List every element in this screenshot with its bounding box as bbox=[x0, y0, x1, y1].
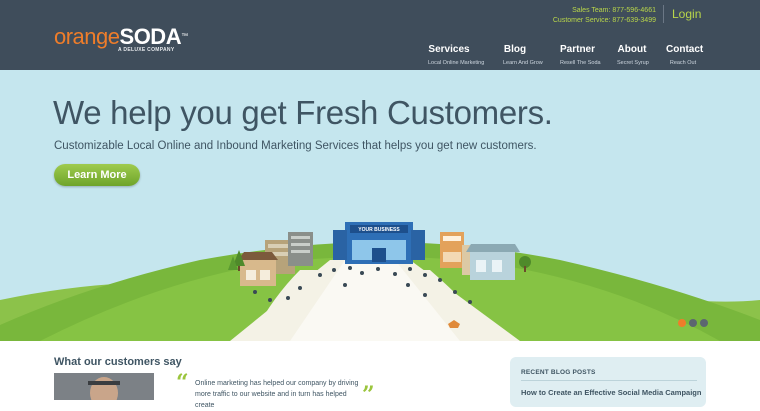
store-sign: YOUR BUSINESS bbox=[358, 227, 400, 233]
nav-about-sub: Secret Syrup bbox=[617, 60, 649, 66]
hero-subtitle: Customizable Local Online and Inbound Ma… bbox=[54, 140, 537, 152]
quote-open-icon: “ bbox=[176, 370, 189, 396]
your-business-store: YOUR BUSINESS bbox=[333, 222, 425, 264]
customer-portrait bbox=[54, 373, 154, 400]
logo-orange-text: orange bbox=[54, 24, 120, 49]
nav-partner-label: Partner bbox=[560, 44, 596, 55]
blog-post-link[interactable]: How to Create an Effective Social Media … bbox=[521, 388, 701, 397]
login-link[interactable]: Login bbox=[672, 7, 701, 21]
nav-partner[interactable]: Partner Resell The Soda bbox=[560, 44, 601, 66]
slide-dot-2[interactable] bbox=[689, 319, 697, 327]
nav-blog[interactable]: Blog Learn And Grow bbox=[503, 44, 543, 66]
orangesoda-logo[interactable]: orangeSODA™ A DELUXE COMPANY bbox=[54, 24, 188, 54]
nav-contact[interactable]: Contact Reach Out bbox=[666, 44, 704, 66]
contact-numbers: Sales Team: 877-596-4661 Customer Servic… bbox=[553, 6, 656, 26]
blog-divider bbox=[521, 380, 697, 381]
logo-soda-text: SODA bbox=[119, 24, 182, 49]
nav-blog-label: Blog bbox=[503, 44, 527, 55]
learn-more-button[interactable]: Learn More bbox=[54, 164, 140, 186]
service-phone: Customer Service: 877-639-3499 bbox=[552, 17, 656, 24]
testimonials-heading: What our customers say bbox=[54, 356, 182, 368]
hero-banner: YOUR BUSINESS We help you get Fresh Cust… bbox=[0, 70, 760, 341]
slide-dot-1[interactable] bbox=[678, 319, 686, 327]
nav-contact-label: Contact bbox=[666, 44, 704, 55]
testimonial-quote: Online marketing has helped our company … bbox=[195, 380, 359, 409]
nav-contact-sub: Reach Out bbox=[669, 60, 697, 66]
slider-pagination bbox=[678, 319, 708, 327]
quote-close-icon: ” bbox=[362, 382, 375, 408]
nav-services[interactable]: Services Local Online Marketing bbox=[428, 44, 485, 66]
nav-about[interactable]: About Secret Syrup bbox=[617, 44, 649, 66]
nav-services-label: Services bbox=[428, 44, 470, 55]
nav-about-label: About bbox=[617, 44, 647, 55]
logo-tagline: A DELUXE COMPANY bbox=[118, 47, 175, 53]
customer-photo bbox=[54, 373, 154, 400]
header-divider bbox=[663, 5, 664, 23]
hero-title: We help you get Fresh Customers. bbox=[53, 94, 553, 131]
logo-trademark: ™ bbox=[181, 33, 188, 40]
nav-services-sub: Local Online Marketing bbox=[428, 60, 485, 66]
blog-heading: RECENT BLOG POSTS bbox=[521, 369, 596, 376]
slide-dot-3[interactable] bbox=[700, 319, 708, 327]
nav-partner-sub: Resell The Soda bbox=[560, 60, 601, 66]
nav-blog-sub: Learn And Grow bbox=[503, 60, 543, 66]
sales-phone: Sales Team: 877-596-4661 bbox=[572, 7, 656, 14]
site-header: orangeSODA™ A DELUXE COMPANY Sales Team:… bbox=[0, 0, 760, 70]
